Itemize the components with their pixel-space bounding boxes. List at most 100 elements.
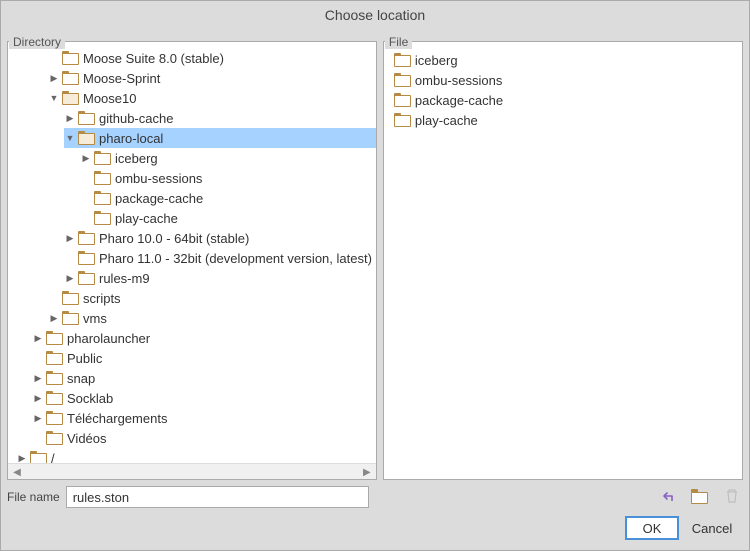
folder-icon: [78, 271, 94, 285]
tree-item[interactable]: package-cache: [80, 188, 376, 208]
directory-label: Directory: [9, 35, 65, 49]
folder-icon: [691, 489, 709, 504]
expand-icon[interactable]: ▶: [80, 152, 92, 164]
list-item[interactable]: iceberg: [392, 50, 734, 70]
expand-icon[interactable]: ▶: [32, 412, 44, 424]
file-name-input[interactable]: [66, 486, 369, 508]
file-label: ombu-sessions: [413, 73, 502, 88]
tree-label: Vidéos: [65, 431, 107, 446]
file-list-box: iceberg ombu-sessions package-cache play…: [383, 41, 743, 480]
folder-icon: [94, 191, 110, 205]
tree-item[interactable]: ▼ Moose10: [48, 88, 376, 108]
folder-icon: [94, 211, 110, 225]
tree-label: snap: [65, 371, 95, 386]
tree-item[interactable]: ombu-sessions: [80, 168, 376, 188]
tree-label: Pharo 11.0 - 32bit (development version,…: [97, 251, 372, 266]
expand-icon[interactable]: ▶: [64, 272, 76, 284]
tree-item[interactable]: ▶ snap: [32, 368, 376, 388]
tree-item[interactable]: Vidéos: [32, 428, 376, 448]
tree-item[interactable]: ▶ github-cache: [64, 108, 376, 128]
folder-icon: [62, 291, 78, 305]
tree-label: Moose-Sprint: [81, 71, 160, 86]
folder-icon: [46, 411, 62, 425]
expand-icon[interactable]: ▶: [64, 232, 76, 244]
choose-location-dialog: Choose location Directory Moose Suite 8.…: [0, 0, 750, 551]
tree-label: /: [49, 451, 55, 464]
tree-label: pharolauncher: [65, 331, 150, 346]
folder-open-icon: [62, 91, 78, 105]
tree-label: Moose10: [81, 91, 136, 106]
tree-label: ombu-sessions: [113, 171, 202, 186]
tree-item[interactable]: ▶ Socklab: [32, 388, 376, 408]
folder-icon: [94, 171, 110, 185]
tree-item[interactable]: ▶ rules-m9: [64, 268, 376, 288]
expand-icon[interactable]: ▶: [32, 392, 44, 404]
list-item[interactable]: ombu-sessions: [392, 70, 734, 90]
expand-icon[interactable]: ▶: [32, 332, 44, 344]
file-list[interactable]: iceberg ombu-sessions package-cache play…: [384, 42, 742, 138]
file-label: iceberg: [413, 53, 458, 68]
expand-icon[interactable]: ▶: [32, 372, 44, 384]
expand-icon[interactable]: ▶: [48, 72, 60, 84]
tree-item[interactable]: ▶Téléchargements: [32, 408, 376, 428]
expand-icon[interactable]: ▶: [48, 312, 60, 324]
file-label: File: [385, 35, 412, 49]
folder-icon: [394, 73, 410, 87]
collapse-icon[interactable]: ▼: [48, 92, 60, 104]
folder-icon: [62, 51, 78, 65]
tree-item[interactable]: ▶/: [16, 448, 376, 463]
cancel-button[interactable]: Cancel: [685, 516, 739, 540]
tree-label: vms: [81, 311, 107, 326]
ok-button[interactable]: OK: [625, 516, 679, 540]
trash-icon: [724, 488, 740, 504]
list-item[interactable]: play-cache: [392, 110, 734, 130]
file-label: play-cache: [413, 113, 478, 128]
tree-item[interactable]: Pharo 11.0 - 32bit (development version,…: [64, 248, 376, 268]
delete-button[interactable]: [721, 486, 743, 506]
folder-icon: [394, 113, 410, 127]
tree-item[interactable]: Public: [32, 348, 376, 368]
up-directory-button[interactable]: [657, 486, 679, 506]
new-folder-button[interactable]: [689, 486, 711, 506]
tree-item[interactable]: play-cache: [80, 208, 376, 228]
folder-icon: [78, 111, 94, 125]
folder-icon: [94, 151, 110, 165]
tree-item[interactable]: ▶ pharolauncher: [32, 328, 376, 348]
folder-icon: [30, 451, 46, 463]
tree-item[interactable]: scripts: [48, 288, 376, 308]
list-item[interactable]: package-cache: [392, 90, 734, 110]
file-name-label: File name: [7, 490, 60, 504]
horizontal-scrollbar[interactable]: ◀ ▶: [8, 463, 376, 479]
folder-icon: [46, 431, 62, 445]
tree-item[interactable]: Moose Suite 8.0 (stable): [48, 48, 376, 68]
tree-item[interactable]: ▶ iceberg: [80, 148, 376, 168]
folder-icon: [46, 331, 62, 345]
tree-label: Pharo 10.0 - 64bit (stable): [97, 231, 249, 246]
folder-icon: [78, 231, 94, 245]
tree-label: play-cache: [113, 211, 178, 226]
tree-item[interactable]: ▶ Pharo 10.0 - 64bit (stable): [64, 228, 376, 248]
arrow-up-left-icon: [660, 488, 676, 504]
tree-label: Socklab: [65, 391, 113, 406]
folder-icon: [46, 371, 62, 385]
tree-item[interactable]: ▶ Moose-Sprint: [48, 68, 376, 88]
tree-item[interactable]: ▶ vms: [48, 308, 376, 328]
tree-item-selected[interactable]: ▼ pharo-local: [64, 128, 376, 148]
tree-label: iceberg: [113, 151, 158, 166]
tree-label: pharo-local: [97, 131, 163, 146]
scroll-left-icon[interactable]: ◀: [10, 466, 24, 478]
tree-label: package-cache: [113, 191, 203, 206]
folder-open-icon: [78, 131, 94, 145]
collapse-icon[interactable]: ▼: [64, 132, 76, 144]
expand-icon[interactable]: ▶: [64, 112, 76, 124]
tree-label: Moose Suite 8.0 (stable): [81, 51, 224, 66]
dialog-title: Choose location: [1, 1, 749, 27]
folder-icon: [394, 53, 410, 67]
tree-label: github-cache: [97, 111, 173, 126]
folder-icon: [394, 93, 410, 107]
expand-icon[interactable]: ▶: [16, 452, 28, 463]
folder-icon: [78, 251, 94, 265]
tree-label: rules-m9: [97, 271, 150, 286]
scroll-right-icon[interactable]: ▶: [360, 466, 374, 478]
directory-tree[interactable]: Moose Suite 8.0 (stable) ▶ Moose-Sprint ▼…: [8, 42, 376, 463]
